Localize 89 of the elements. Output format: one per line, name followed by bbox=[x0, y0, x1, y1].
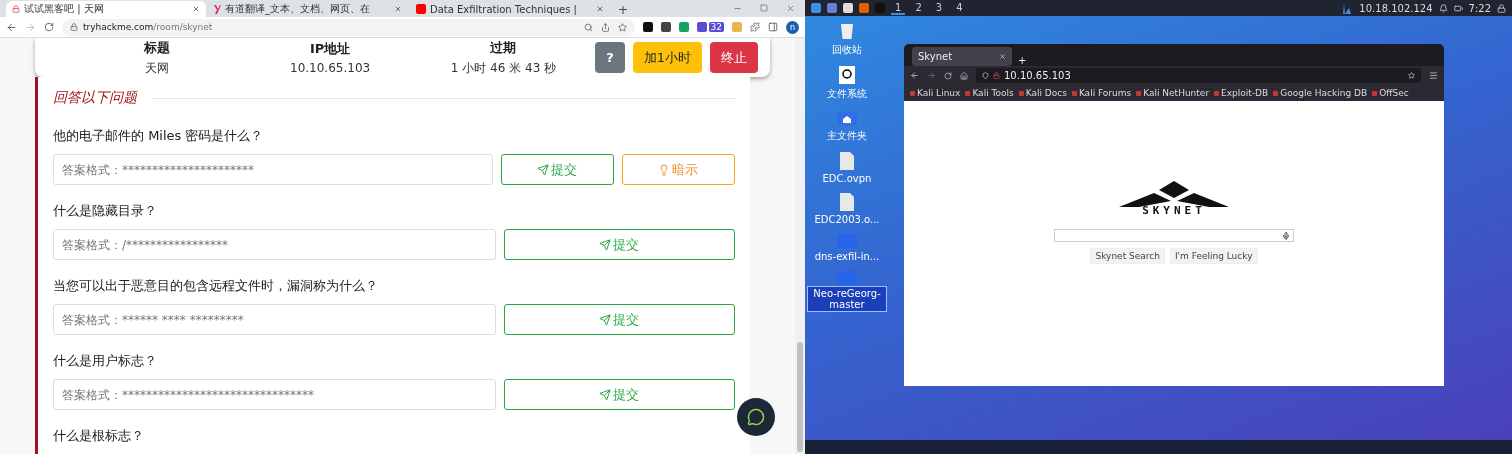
browser-tab[interactable]: Data Exfiltration Techniques | bbox=[410, 1, 610, 17]
close-icon[interactable] bbox=[394, 5, 402, 13]
desktop-icon-label[interactable]: dns-exfil-in... bbox=[812, 250, 882, 263]
send-icon bbox=[599, 238, 612, 251]
send-icon bbox=[599, 313, 612, 326]
terminate-button[interactable]: 终止 bbox=[710, 42, 758, 73]
field-label: 标题 bbox=[143, 38, 170, 57]
reload-icon[interactable] bbox=[44, 22, 54, 32]
close-icon[interactable] bbox=[192, 5, 200, 13]
browser-tab[interactable]: Skynet bbox=[912, 47, 1012, 66]
browser-tab[interactable]: 有道翻译_文本、文档、网页、在 bbox=[208, 1, 408, 17]
scrollbar[interactable] bbox=[795, 38, 805, 454]
field-value: 天网 bbox=[144, 59, 169, 77]
workspace-tab[interactable]: 2 bbox=[911, 1, 926, 15]
workspace-tab[interactable]: 4 bbox=[952, 1, 967, 15]
field-value: 10.10.65.103 bbox=[290, 61, 371, 75]
search-page-button[interactable]: I'm Feeling Lucky bbox=[1169, 248, 1258, 264]
desktop-icon-label[interactable]: Neo-reGeorg-master bbox=[808, 287, 886, 311]
desktop-icon-label[interactable]: 回收站 bbox=[830, 42, 864, 58]
bookmark-link[interactable]: Kali Forums bbox=[1071, 88, 1132, 98]
section-title: 回答以下问题 bbox=[53, 89, 137, 107]
help-button[interactable]: ? bbox=[595, 42, 625, 73]
bookmark-link[interactable]: Kali Tools bbox=[965, 88, 1014, 98]
lock-icon bbox=[70, 23, 78, 31]
logo-icon bbox=[214, 4, 221, 14]
send-icon bbox=[537, 163, 550, 176]
desktop-icon-label[interactable]: 主文件夹 bbox=[825, 128, 869, 144]
answer-field[interactable]: 答案格式：/***************** bbox=[53, 229, 496, 260]
file-icon bbox=[840, 193, 854, 211]
close-icon[interactable] bbox=[596, 5, 604, 13]
send-icon bbox=[599, 388, 612, 401]
extension-badge: 32 bbox=[708, 22, 724, 32]
answer-field[interactable]: 答案格式：********************** bbox=[53, 154, 493, 185]
extend-button[interactable]: 加1小时 bbox=[632, 42, 702, 73]
desktop-icon-label[interactable]: 文件系统 bbox=[825, 86, 869, 102]
zoom-icon[interactable] bbox=[583, 22, 593, 32]
side-panel-icon[interactable] bbox=[768, 22, 778, 32]
field-value: 1 小时 46 米 43 秒 bbox=[450, 59, 557, 77]
question-text: 当您可以出于恶意目的包含远程文件时，漏洞称为什么？ bbox=[53, 277, 379, 295]
maximize-icon[interactable] bbox=[760, 4, 768, 12]
skynet-logo: SKYNET bbox=[1119, 181, 1229, 217]
forward-icon[interactable] bbox=[927, 71, 936, 80]
ip-address: 10.18.102.124 bbox=[1359, 2, 1433, 14]
battery-icon[interactable] bbox=[1453, 3, 1463, 13]
bookmark-link[interactable]: Kali NetHunter bbox=[1136, 88, 1210, 98]
chat-icon bbox=[747, 408, 765, 426]
close-icon[interactable] bbox=[786, 4, 795, 13]
answer-field[interactable]: 答案格式：****** **** ********* bbox=[53, 304, 496, 335]
clock: 7:22 bbox=[1468, 2, 1491, 14]
back-icon[interactable] bbox=[910, 71, 919, 80]
field-label: IP地址 bbox=[309, 40, 351, 58]
address-bar[interactable]: 10.10.65.103 bbox=[976, 68, 1421, 83]
puzzle-icon[interactable] bbox=[750, 22, 760, 32]
file-icon bbox=[840, 152, 854, 170]
bookmark-link[interactable]: OffSec bbox=[1372, 88, 1409, 98]
question-text: 他的电子邮件的 Miles 密码是什么？ bbox=[53, 127, 265, 145]
bookmark-star-icon[interactable] bbox=[617, 22, 627, 32]
profile-avatar[interactable]: n bbox=[786, 20, 799, 34]
lightbulb-icon bbox=[658, 163, 671, 176]
lock-icon[interactable] bbox=[1497, 3, 1506, 13]
browser-tab[interactable]: 试试黑客吧 | 天网 bbox=[6, 1, 206, 17]
desktop-icon-label[interactable]: EDC2003.o... bbox=[812, 213, 882, 226]
bookmark-link[interactable]: Exploit-DB bbox=[1214, 88, 1269, 98]
workspace-tab[interactable]: 1 bbox=[891, 1, 906, 15]
drive-icon bbox=[839, 66, 855, 84]
bookmark-link[interactable]: Google Hacking DB bbox=[1273, 88, 1368, 98]
answer-field[interactable]: 答案格式：******************************** bbox=[53, 379, 496, 410]
search-field[interactable] bbox=[1054, 229, 1294, 242]
tab-title: Skynet bbox=[918, 51, 953, 62]
url-text: tryhackme.com/room/skynet bbox=[83, 22, 213, 32]
search-page-button[interactable]: Skynet Search bbox=[1090, 248, 1165, 264]
bookmark-link[interactable]: Kali Linux bbox=[910, 88, 961, 98]
address-bar[interactable]: tryhackme.com/room/skynet bbox=[62, 18, 635, 36]
home-icon[interactable] bbox=[960, 71, 968, 80]
desktop-icon-label[interactable]: EDC.ovpn bbox=[820, 172, 874, 185]
bookmark-link[interactable]: Kali Docs bbox=[1018, 88, 1067, 98]
new-tab-button[interactable]: + bbox=[1018, 55, 1027, 66]
share-icon[interactable] bbox=[600, 22, 610, 32]
field-label: 过期 bbox=[490, 38, 517, 57]
question-text: 什么是用户标志？ bbox=[53, 352, 158, 370]
back-icon[interactable] bbox=[6, 21, 17, 33]
trash-icon bbox=[840, 22, 854, 40]
chat-button[interactable] bbox=[737, 398, 775, 436]
bell-icon[interactable] bbox=[1438, 3, 1448, 13]
question-text: 什么是隐藏目录？ bbox=[53, 202, 158, 220]
new-tab-button[interactable]: + bbox=[612, 3, 635, 17]
microphone-icon[interactable] bbox=[1282, 231, 1290, 240]
question-text: 什么是根标志？ bbox=[53, 427, 145, 445]
workspace-tab[interactable]: 3 bbox=[931, 1, 947, 15]
